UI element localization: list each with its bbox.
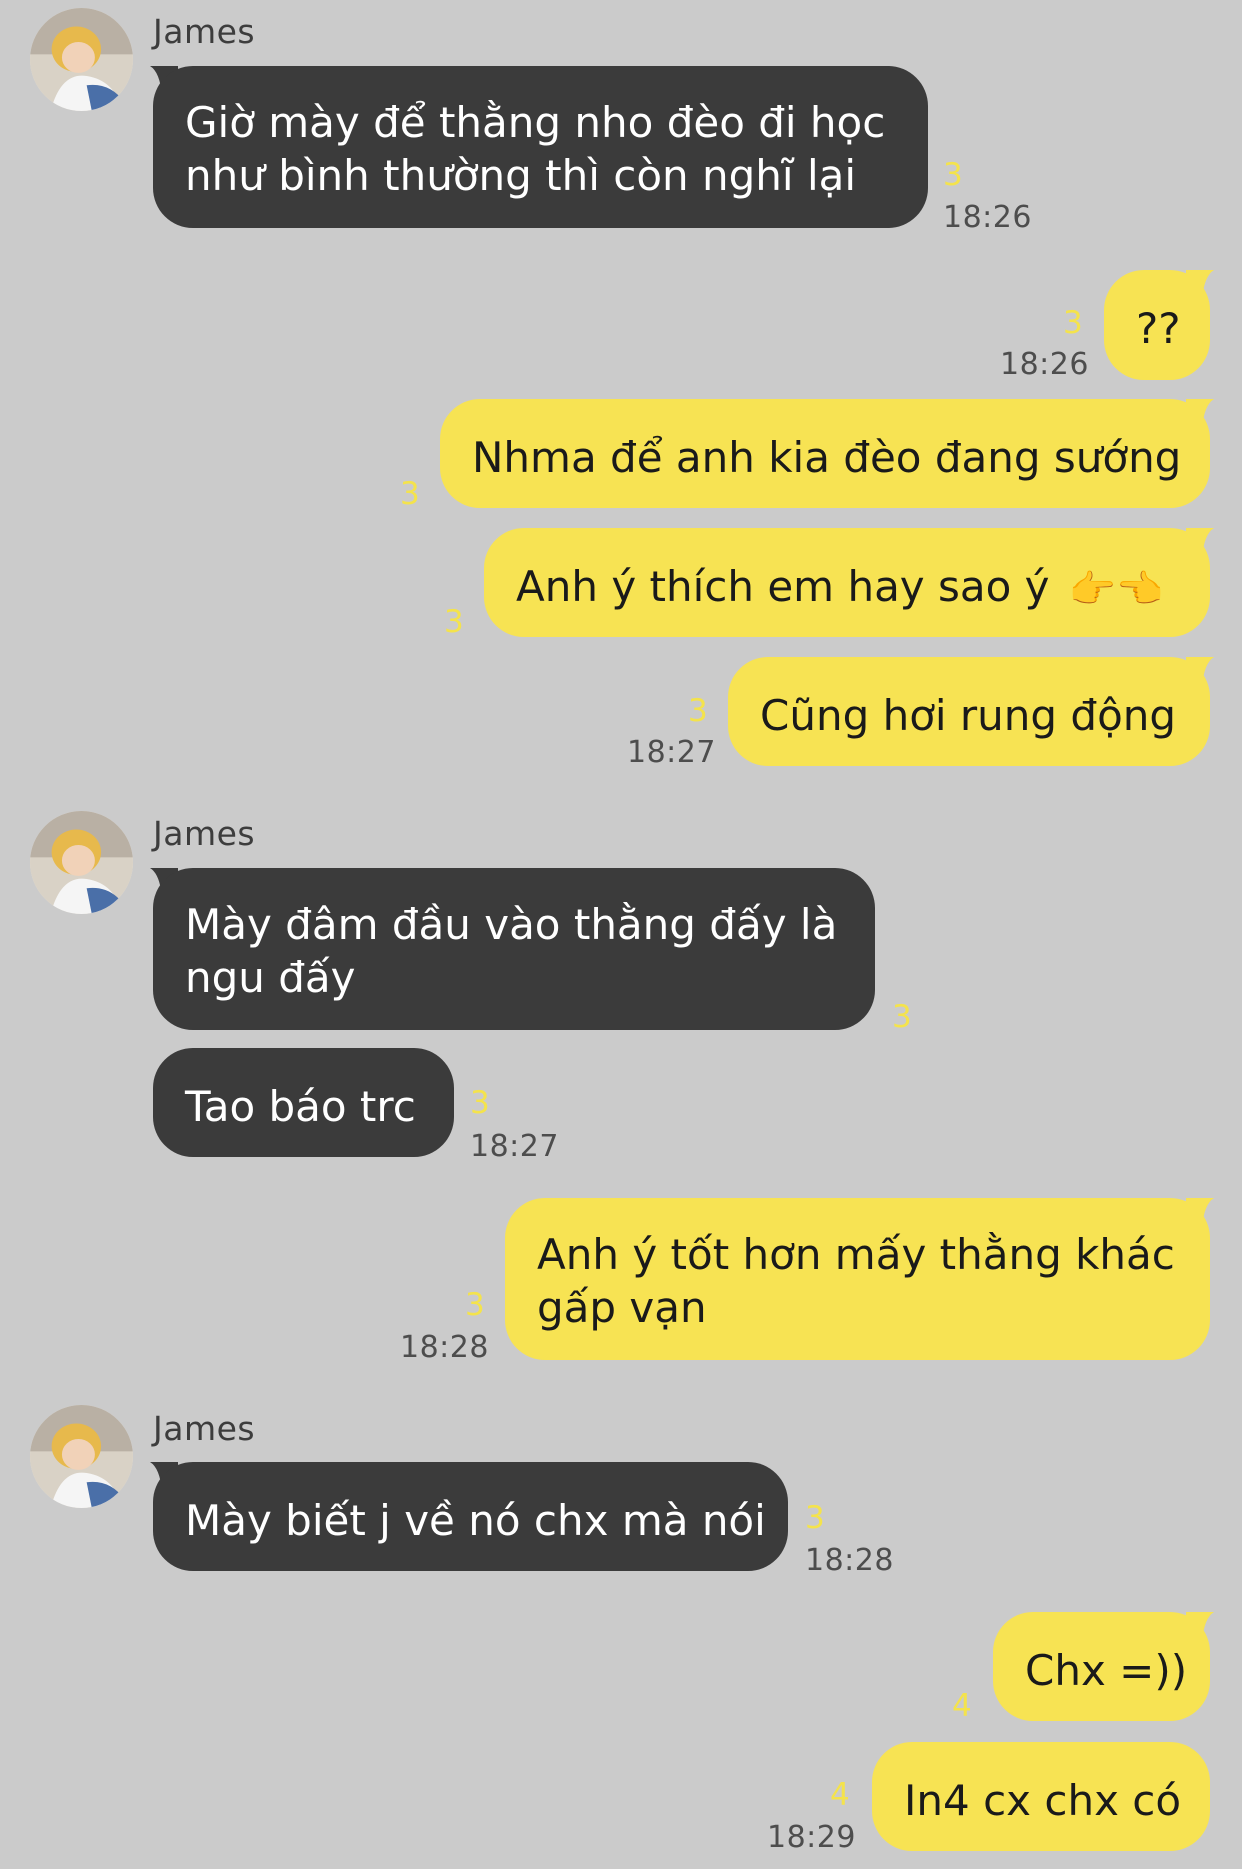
- message-time: 18:26: [1000, 347, 1089, 382]
- unread-count: 3: [688, 693, 708, 729]
- message-time: 18:29: [767, 1820, 856, 1855]
- unread-count: 3: [470, 1085, 490, 1121]
- message-text: ??: [1136, 304, 1181, 353]
- message-text: như bình thường thì còn nghĩ lại: [185, 151, 857, 200]
- avatar-image: [30, 8, 133, 111]
- unread-count: 3: [1063, 305, 1083, 341]
- message-bubble-outgoing[interactable]: Cũng hơi rung động: [728, 657, 1210, 766]
- message-bubble-outgoing[interactable]: Anh ý thích em hay sao ý 👉👈: [484, 528, 1210, 637]
- sender-name: James: [153, 12, 256, 51]
- bubble-tail: [1186, 399, 1214, 429]
- bubble-tail: [1186, 1198, 1214, 1228]
- message-bubble-outgoing[interactable]: Chx =)): [993, 1612, 1210, 1721]
- pointing-fingers-emoji: 👉👈: [1068, 567, 1164, 611]
- unread-count: 3: [465, 1287, 485, 1323]
- message-text: Nhma để anh kia đèo đang sướng: [472, 433, 1182, 482]
- message-time: 18:28: [805, 1543, 894, 1578]
- unread-count: 3: [892, 999, 912, 1035]
- message-bubble-outgoing[interactable]: Anh ý tốt hơn mấy thằng khác gấp vạn: [505, 1198, 1210, 1360]
- unread-count: 4: [830, 1777, 850, 1813]
- message-time: 18:27: [627, 735, 716, 770]
- message-time: 18:26: [943, 200, 1032, 235]
- sender-avatar[interactable]: [30, 811, 133, 914]
- message-bubble-incoming[interactable]: Tao báo trc: [153, 1048, 454, 1157]
- sender-name: James: [153, 1409, 256, 1448]
- avatar-image: [30, 1405, 133, 1508]
- message-text: gấp vạn: [537, 1283, 707, 1332]
- unread-count: 3: [943, 157, 963, 193]
- message-text: Mày biết j về nó chx mà nói: [185, 1496, 766, 1545]
- message-text: Tao báo trc: [185, 1082, 416, 1131]
- message-text: Anh ý tốt hơn mấy thằng khác: [537, 1230, 1175, 1279]
- unread-count: 3: [444, 604, 464, 640]
- sender-name: James: [153, 814, 256, 853]
- message-bubble-outgoing[interactable]: Nhma để anh kia đèo đang sướng: [440, 399, 1210, 508]
- message-bubble-incoming[interactable]: Giờ mày để thằng nho đèo đi học như bình…: [153, 66, 928, 228]
- message-text: Cũng hơi rung động: [760, 691, 1177, 740]
- message-text: Chx =)): [1025, 1646, 1188, 1695]
- bubble-tail: [1186, 1612, 1214, 1642]
- message-bubble-incoming[interactable]: Mày biết j về nó chx mà nói: [153, 1462, 788, 1571]
- message-text: In4 cx chx có: [904, 1776, 1182, 1825]
- message-text: Mày đâm đầu vào thằng đấy là: [185, 900, 838, 949]
- sender-avatar[interactable]: [30, 1405, 133, 1508]
- bubble-tail: [1186, 657, 1214, 687]
- sender-avatar[interactable]: [30, 8, 133, 111]
- message-bubble-incoming[interactable]: Mày đâm đầu vào thằng đấy là ngu đấy: [153, 868, 875, 1030]
- unread-count: 4: [952, 1688, 972, 1724]
- message-text: ngu đấy: [185, 953, 356, 1002]
- message-bubble-outgoing[interactable]: In4 cx chx có: [872, 1742, 1210, 1851]
- bubble-tail: [1186, 270, 1214, 300]
- message-text: Anh ý thích em hay sao ý: [516, 562, 1050, 611]
- bubble-tail: [1186, 528, 1214, 558]
- message-time: 18:28: [400, 1330, 489, 1365]
- message-time: 18:27: [470, 1129, 559, 1164]
- unread-count: 3: [400, 476, 420, 512]
- message-text: Giờ mày để thằng nho đèo đi học: [185, 98, 886, 147]
- avatar-image: [30, 811, 133, 914]
- unread-count: 3: [805, 1500, 825, 1536]
